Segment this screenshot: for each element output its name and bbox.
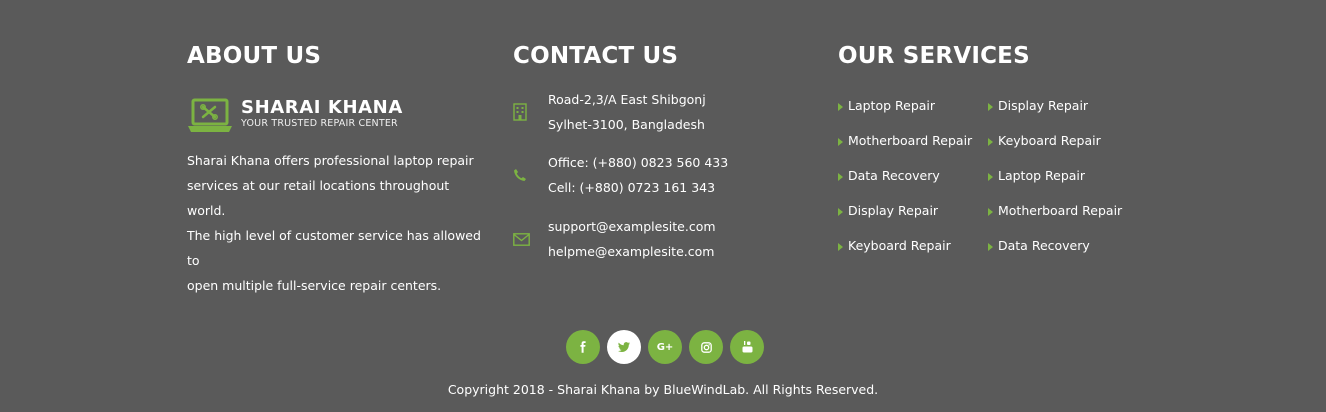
caret-right-icon: [988, 242, 993, 251]
contact-phone: Office: (+880) 0823 560 433 Cell: (+880)…: [513, 150, 728, 200]
services-section: OUR SERVICES Laptop Repair Motherboard R…: [838, 40, 1158, 253]
caret-right-icon: [988, 102, 993, 111]
copyright-text: Copyright 2018 - Sharai Khana by BlueWin…: [447, 382, 879, 397]
about-description: Sharai Khana offers professional laptop …: [187, 148, 487, 298]
service-link[interactable]: Laptop Repair: [838, 96, 935, 116]
address-line: Road-2,3/A East Shibgonj: [548, 92, 706, 107]
phone-office[interactable]: Office: (+880) 0823 560 433: [548, 150, 728, 175]
service-link[interactable]: Keyboard Repair: [838, 236, 951, 256]
facebook-icon[interactable]: [566, 330, 600, 364]
social-links: G+: [566, 330, 764, 364]
contact-address: Road-2,3/A East Shibgonj Sylhet-3100, Ba…: [513, 87, 706, 137]
email-helpme[interactable]: helpme@examplesite.com: [548, 239, 716, 264]
caret-right-icon: [838, 242, 843, 251]
caret-right-icon: [838, 172, 843, 181]
email-support[interactable]: support@examplesite.com: [548, 214, 716, 239]
site-logo[interactable]: SHARAI KHANA YOUR TRUSTED REPAIR CENTER: [187, 98, 403, 134]
caret-right-icon: [838, 137, 843, 146]
service-link[interactable]: Data Recovery: [988, 236, 1090, 256]
phone-icon: [513, 168, 548, 182]
about-heading: ABOUT US: [187, 43, 322, 69]
google-plus-icon[interactable]: G+: [648, 330, 682, 364]
instagram-icon[interactable]: [689, 330, 723, 364]
about-line: The high level of customer service has a…: [187, 228, 481, 268]
service-link[interactable]: Keyboard Repair: [988, 131, 1101, 151]
service-link[interactable]: Motherboard Repair: [988, 201, 1122, 221]
laptop-wrench-icon: [187, 98, 233, 134]
about-section: ABOUT US SHARAI KHANA YOUR TRUSTED REPAI…: [187, 40, 487, 293]
contact-heading: CONTACT US: [513, 43, 679, 69]
services-heading: OUR SERVICES: [838, 43, 1030, 69]
contact-section: CONTACT US Road-2,3/A East Shibgonj Sylh…: [513, 40, 813, 259]
service-link[interactable]: Display Repair: [988, 96, 1088, 116]
service-link[interactable]: Motherboard Repair: [838, 131, 972, 151]
service-link[interactable]: Display Repair: [838, 201, 938, 221]
caret-right-icon: [838, 207, 843, 216]
about-line: open multiple full-service repair center…: [187, 278, 442, 293]
phone-cell[interactable]: Cell: (+880) 0723 161 343: [548, 175, 728, 200]
youtube-icon[interactable]: [730, 330, 764, 364]
address-line: Sylhet-3100, Bangladesh: [548, 117, 705, 132]
about-line: services at our retail locations through…: [187, 178, 450, 218]
service-link[interactable]: Data Recovery: [838, 166, 940, 186]
contact-email: support@examplesite.com helpme@examplesi…: [513, 214, 716, 264]
twitter-icon[interactable]: [607, 330, 641, 364]
caret-right-icon: [988, 207, 993, 216]
caret-right-icon: [988, 172, 993, 181]
service-link[interactable]: Laptop Repair: [988, 166, 1085, 186]
caret-right-icon: [988, 137, 993, 146]
about-line: Sharai Khana offers professional laptop …: [187, 153, 474, 168]
logo-tagline: YOUR TRUSTED REPAIR CENTER: [241, 118, 398, 129]
envelope-icon: [513, 232, 548, 246]
logo-name: SHARAI KHANA: [241, 97, 403, 118]
caret-right-icon: [838, 102, 843, 111]
building-icon: [513, 103, 548, 121]
